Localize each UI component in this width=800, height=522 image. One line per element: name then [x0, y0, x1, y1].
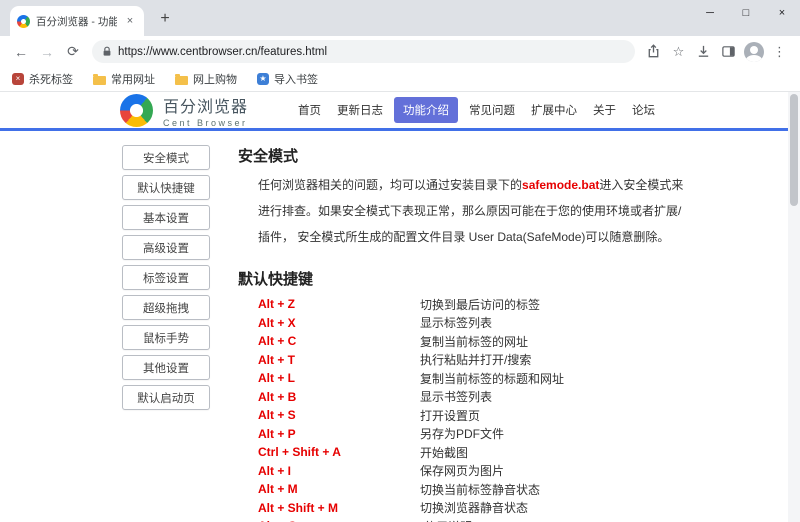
safe-mode-paragraph: 任何浏览器相关的问题，均可以通过安装目录下的safemode.bat进入安全模式… [258, 172, 690, 250]
address-bar[interactable]: https://www.centbrowser.cn/features.html [92, 40, 635, 63]
bookmark-label: 常用网址 [111, 71, 155, 87]
tab-close-icon[interactable]: × [123, 14, 137, 28]
maximize-button[interactable]: □ [728, 0, 764, 26]
folder-icon [175, 76, 188, 85]
bookmark-folder-shopping[interactable]: 网上购物 [175, 71, 237, 87]
shortcut-row: Alt + G(使用说明) [258, 517, 690, 522]
shortcut-row: Alt + T执行粘贴并打开/搜索 [258, 351, 690, 370]
nav-item-forum[interactable]: 论坛 [627, 98, 660, 122]
bookmark-star-icon[interactable]: ☆ [666, 39, 691, 64]
shortcut-row: Alt + M切换当前标签静音状态 [258, 480, 690, 499]
bookmark-folder-common-sites[interactable]: 常用网址 [93, 71, 155, 87]
nav-item-extensions[interactable]: 扩展中心 [526, 98, 582, 122]
shortcut-row: Alt + C复制当前标签的网址 [258, 332, 690, 351]
sidebar: 安全模式 默认快捷键 基本设置 高级设置 标签设置 超级拖拽 鼠标手势 其他设置… [122, 145, 210, 522]
sidebar-item-basic-settings[interactable]: 基本设置 [122, 205, 210, 230]
shortcut-row: Alt + X显示标签列表 [258, 314, 690, 333]
section-title-shortcuts: 默认快捷键 [238, 268, 690, 289]
shortcut-row: Alt + S打开设置页 [258, 406, 690, 425]
sidebar-item-shortcuts[interactable]: 默认快捷键 [122, 175, 210, 200]
sidebar-item-tab-settings[interactable]: 标签设置 [122, 265, 210, 290]
side-panel-icon[interactable] [716, 39, 741, 64]
tab-bar: 百分浏览器 - 功能介绍 × + ─ □ × [0, 0, 800, 36]
folder-icon [93, 76, 106, 85]
forward-icon[interactable]: → [34, 39, 60, 65]
browser-tab[interactable]: 百分浏览器 - 功能介绍 × [10, 6, 144, 36]
brand: 百分浏览器 Cent Browser [163, 93, 248, 128]
shortcut-list: Alt + Z切换到最后访问的标签 Alt + X显示标签列表 Alt + C复… [258, 295, 690, 522]
shortcut-row: Alt + L复制当前标签的标题和网址 [258, 369, 690, 388]
sidebar-item-safe-mode[interactable]: 安全模式 [122, 145, 210, 170]
nav-item-about[interactable]: 关于 [588, 98, 621, 122]
bookmark-label: 导入书签 [274, 71, 318, 87]
reload-icon[interactable]: ⟳ [60, 39, 86, 65]
section-title-safe-mode: 安全模式 [238, 145, 690, 166]
nav-item-changelog[interactable]: 更新日志 [332, 98, 388, 122]
shortcut-row: Alt + B显示书签列表 [258, 388, 690, 407]
brand-subtitle: Cent Browser [163, 118, 248, 128]
brand-name: 百分浏览器 [163, 93, 248, 117]
shortcut-row: Alt + P另存为PDF文件 [258, 425, 690, 444]
profile-avatar[interactable] [744, 42, 764, 62]
site-nav: 首页 更新日志 功能介绍 常见问题 扩展中心 关于 论坛 [293, 97, 660, 123]
shortcut-row: Alt + Shift + M切换浏览器静音状态 [258, 499, 690, 518]
bookmarks-bar: × 杀死标签 常用网址 网上购物 ★ 导入书签 [0, 67, 800, 92]
lock-icon[interactable] [102, 46, 112, 57]
site-header: 百分浏览器 Cent Browser 首页 更新日志 功能介绍 常见问题 扩展中… [0, 92, 800, 128]
download-icon[interactable] [691, 39, 716, 64]
import-bookmarks-icon: ★ [257, 73, 269, 85]
close-button[interactable]: × [764, 0, 800, 26]
new-tab-button[interactable]: + [152, 6, 178, 32]
bookmark-label: 网上购物 [193, 71, 237, 87]
bookmark-import[interactable]: ★ 导入书签 [257, 71, 318, 87]
site-logo-icon[interactable] [120, 94, 153, 127]
nav-item-home[interactable]: 首页 [293, 98, 326, 122]
sidebar-item-advanced-settings[interactable]: 高级设置 [122, 235, 210, 260]
shortcut-row: Ctrl + Shift + A开始截图 [258, 443, 690, 462]
shortcut-row: Alt + Z切换到最后访问的标签 [258, 295, 690, 314]
share-icon[interactable] [641, 39, 666, 64]
sidebar-item-super-drag[interactable]: 超级拖拽 [122, 295, 210, 320]
bookmark-label: 杀死标签 [29, 71, 73, 87]
nav-item-faq[interactable]: 常见问题 [464, 98, 520, 122]
scrollbar-thumb[interactable] [790, 94, 798, 206]
nav-item-features[interactable]: 功能介绍 [394, 97, 458, 123]
sidebar-item-mouse-gesture[interactable]: 鼠标手势 [122, 325, 210, 350]
menu-icon[interactable]: ⋮ [767, 39, 792, 64]
sidebar-item-default-startup[interactable]: 默认启动页 [122, 385, 210, 410]
safemode-highlight: safemode.bat [522, 178, 599, 192]
page-scrollbar [788, 92, 800, 522]
window-controls: ─ □ × [692, 0, 800, 26]
page-viewport: 百分浏览器 Cent Browser 首页 更新日志 功能介绍 常见问题 扩展中… [0, 92, 800, 522]
browser-toolbar: ← → ⟳ https://www.centbrowser.cn/feature… [0, 36, 800, 67]
tab-favicon-icon [17, 15, 30, 28]
bookmark-kill-tab[interactable]: × 杀死标签 [12, 71, 73, 87]
shortcut-row: Alt + I保存网页为图片 [258, 462, 690, 481]
back-icon[interactable]: ← [8, 39, 34, 65]
browser-window: 百分浏览器 - 功能介绍 × + ─ □ × ← → ⟳ https://www… [0, 0, 800, 522]
tab-title: 百分浏览器 - 功能介绍 [36, 14, 117, 29]
content: 安全模式 默认快捷键 基本设置 高级设置 标签设置 超级拖拽 鼠标手势 其他设置… [0, 131, 800, 522]
url-text: https://www.centbrowser.cn/features.html [118, 46, 327, 58]
minimize-button[interactable]: ─ [692, 0, 728, 26]
main-content: 安全模式 任何浏览器相关的问题，均可以通过安装目录下的safemode.bat进… [238, 145, 690, 522]
kill-tab-icon: × [12, 73, 24, 85]
sidebar-item-other-settings[interactable]: 其他设置 [122, 355, 210, 380]
